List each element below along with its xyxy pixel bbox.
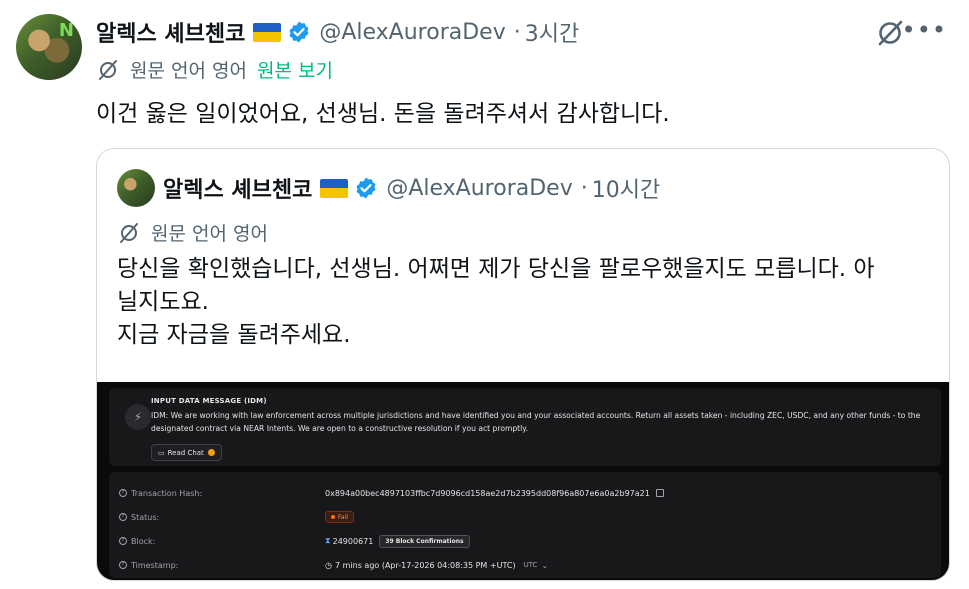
translation-notice: 원문 언어 영어 원본 보기 — [96, 56, 333, 83]
status-badge: Fail — [325, 511, 354, 523]
quoted-translation-notice: 원문 언어 영어 — [117, 219, 268, 246]
idm-message: IDM: We are working with law enforcement… — [151, 411, 921, 433]
read-chat-button: ▭ Read Chat — [151, 444, 222, 461]
block-label: Block: — [131, 536, 156, 546]
tweet-header: 알렉스 셰브첸코 @AlexAuroraDev · 3시간 — [96, 14, 579, 50]
more-options-icon[interactable]: ••• — [902, 16, 947, 44]
author-name[interactable]: 알렉스 셰브첸코 — [96, 16, 245, 48]
header-separator: · — [513, 19, 521, 45]
timezone-select: UTC — [523, 561, 538, 569]
ukraine-flag-icon — [320, 178, 349, 198]
show-original-link[interactable]: 원본 보기 — [257, 56, 333, 83]
help-icon: ? — [119, 489, 127, 497]
idm-title: INPUT DATA MESSAGE (IDM) — [151, 397, 267, 405]
translate-icon — [96, 58, 120, 82]
read-chat-label: Read Chat — [167, 448, 204, 457]
idm-panel: ⚡ INPUT DATA MESSAGE (IDM) IDM: We are w… — [109, 388, 941, 466]
block-value-wrap: ⧗ 24900671 39 Block Confirmations — [325, 532, 470, 550]
timestamp-row: ? Timestamp: — [119, 556, 178, 574]
timestamp-label: Timestamp: — [131, 560, 179, 570]
avatar-n-mark: N — [58, 20, 74, 41]
author-handle[interactable]: @AlexAuroraDev — [319, 20, 505, 45]
fail-dot-icon — [331, 515, 335, 519]
quoted-handle[interactable]: @AlexAuroraDev — [386, 176, 572, 201]
translated-label: 원문 언어 영어 — [130, 60, 247, 82]
chevron-down-icon: ⌄ — [541, 560, 549, 570]
chat-icon: ▭ — [158, 448, 165, 457]
verified-badge-icon[interactable] — [354, 176, 378, 200]
lightning-icon: ⚡ — [125, 404, 151, 430]
quoted-author-name[interactable]: 알렉스 셰브첸코 — [163, 172, 312, 204]
quoted-translated-label: 원문 언어 영어 — [151, 223, 268, 245]
quoted-text-line: 지금 자금을 돌려주세요. — [117, 322, 351, 348]
tx-hash-value-wrap: 0x894a00bec4897103ffbc7d9096cd158ae2d7b2… — [325, 484, 664, 502]
timestamp-value: 7 mins ago (Apr-17-2026 04:08:35 PM +UTC… — [334, 560, 516, 570]
ukraine-flag-icon — [253, 22, 282, 42]
translate-icon — [117, 221, 141, 245]
quoted-text-line: 닐지도요. — [117, 289, 209, 315]
confirmations-badge: 39 Block Confirmations — [379, 534, 470, 548]
attached-image[interactable]: ⚡ INPUT DATA MESSAGE (IDM) IDM: We are w… — [97, 382, 949, 580]
quoted-text: 당신을 확인했습니다, 선생님. 어쩌면 제가 당신을 팔로우했을지도 모릅니다… — [117, 253, 937, 352]
verified-badge-icon[interactable] — [287, 20, 311, 44]
copy-icon — [655, 489, 664, 497]
status-label: Status: — [131, 512, 160, 522]
tx-details-panel: ? Transaction Hash: 0x894a00bec4897103ffb… — [109, 472, 941, 578]
quoted-tweet[interactable]: 알렉스 셰브첸코 @AlexAuroraDev · 10시간 원문 언어 영어 … — [96, 148, 950, 581]
quoted-time[interactable]: 10시간 — [592, 172, 660, 204]
quoted-separator: · — [580, 175, 588, 201]
timestamp-value-wrap: ◷ 7 mins ago (Apr-17-2026 04:08:35 PM +UT… — [325, 556, 548, 574]
tx-hash-row: ? Transaction Hash: — [119, 484, 202, 502]
help-icon: ? — [119, 537, 127, 545]
status-row: ? Status: — [119, 508, 159, 526]
tx-hash-value: 0x894a00bec4897103ffbc7d9096cd158ae2d7b2… — [325, 488, 650, 498]
status-value-wrap: Fail — [325, 508, 354, 526]
quoted-author-avatar[interactable] — [117, 169, 155, 207]
clock-icon: ◷ — [325, 560, 332, 570]
tweet-time[interactable]: 3시간 — [525, 16, 579, 48]
quoted-header: 알렉스 셰브첸코 @AlexAuroraDev · 10시간 — [163, 171, 660, 205]
status-value: Fail — [338, 513, 348, 521]
block-row: ? Block: — [119, 532, 155, 550]
block-value: 24900671 — [332, 536, 374, 546]
chat-badge-icon — [207, 449, 215, 456]
quoted-text-line: 당신을 확인했습니다, 선생님. 어쩌면 제가 당신을 팔로우했을지도 모릅니다… — [117, 256, 875, 282]
help-icon: ? — [119, 561, 127, 569]
help-icon: ? — [119, 513, 127, 521]
tx-hash-label: Transaction Hash: — [131, 488, 203, 498]
grok-icon[interactable] — [875, 18, 905, 48]
tweet-text: 이건 옳은 일이었어요, 선생님. 돈을 돌려주셔서 감사합니다. — [96, 101, 670, 127]
hourglass-icon: ⧗ — [325, 536, 331, 545]
author-avatar[interactable]: N — [16, 14, 82, 80]
